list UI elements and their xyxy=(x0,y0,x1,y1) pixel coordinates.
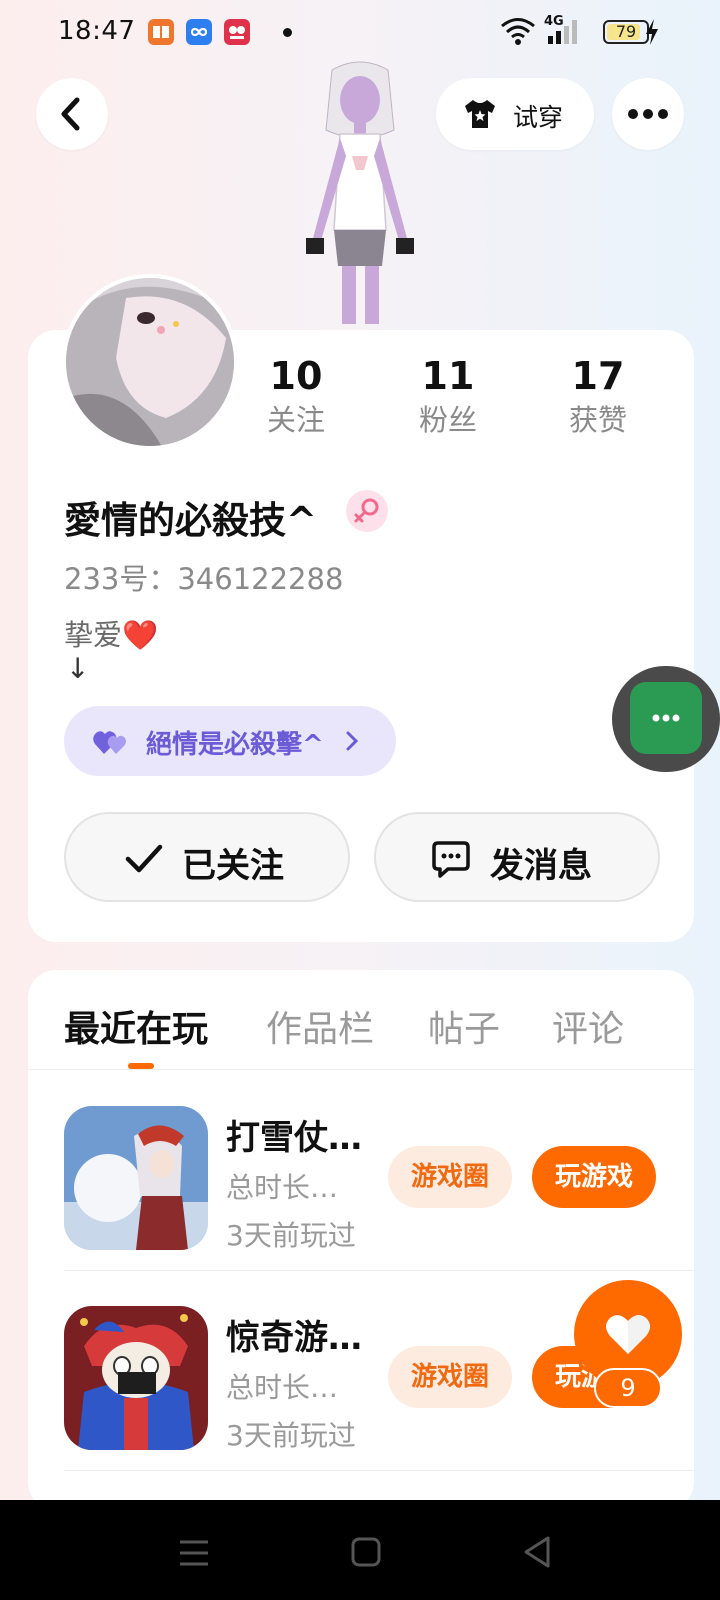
infinity-app-icon xyxy=(186,19,212,45)
game-icon[interactable] xyxy=(64,1306,208,1450)
likes-count: 17 xyxy=(571,354,625,398)
nickname: 愛情的必殺技^ xyxy=(64,499,318,542)
stat-likes: 17 获赞 xyxy=(538,354,658,442)
double-heart-icon xyxy=(93,731,126,754)
send-message-label: 发消息 xyxy=(490,846,592,886)
battery-level: 79 xyxy=(615,22,637,41)
following-label: 关注 xyxy=(266,403,325,437)
book-app-icon xyxy=(148,19,174,45)
stat-followers[interactable]: 11 粉丝 xyxy=(388,354,508,442)
cp-relationship-tag[interactable]: 絕情是必殺擊^ xyxy=(64,706,396,776)
game-title: 惊奇游… xyxy=(226,1318,362,1358)
back-button[interactable] xyxy=(36,78,108,150)
followers-count: 11 xyxy=(421,354,475,398)
game-row[interactable]: 打雪仗… 总时长… 3天前玩过 游戏圈 玩游戏 xyxy=(28,1070,694,1270)
dressup-character xyxy=(270,60,450,330)
chevron-left-icon xyxy=(61,97,80,131)
game-circle-button[interactable]: 游戏圈 xyxy=(388,1346,512,1408)
back-triangle-icon xyxy=(524,1536,550,1568)
chat-bubble-icon xyxy=(432,841,470,878)
status-time: 18:47 xyxy=(58,16,136,46)
like-count-badge: 9 xyxy=(594,1368,662,1408)
charging-icon xyxy=(644,18,660,50)
tab-comments[interactable]: 评论 xyxy=(552,1000,624,1052)
chat-dots-icon xyxy=(630,682,702,754)
network-type: 4G xyxy=(544,14,564,29)
game-last-played: 3天前玩过 xyxy=(226,1419,356,1452)
game-duration: 总时长… xyxy=(226,1171,339,1204)
chevron-right-icon xyxy=(346,731,359,751)
tab-posts[interactable]: 帖子 xyxy=(428,1000,500,1052)
game-title: 打雪仗… xyxy=(226,1118,362,1158)
game-circle-button[interactable]: 游戏圈 xyxy=(388,1146,512,1208)
check-icon xyxy=(125,844,163,873)
game-last-played: 3天前玩过 xyxy=(226,1219,356,1252)
menu-icon xyxy=(180,1540,208,1566)
followed-button[interactable]: 已关注 xyxy=(64,812,350,902)
stat-following[interactable]: 10 关注 xyxy=(236,354,356,442)
send-message-button[interactable]: 发消息 xyxy=(374,812,660,902)
account-id: 233号：346122288 xyxy=(64,562,344,596)
signal-icon: 4G xyxy=(544,14,584,46)
more-button[interactable] xyxy=(612,78,684,150)
tshirt-icon xyxy=(465,100,495,128)
home-nav-button[interactable] xyxy=(336,1500,396,1600)
back-nav-button[interactable] xyxy=(508,1500,568,1600)
wifi-icon xyxy=(500,16,536,50)
followed-label: 已关注 xyxy=(182,846,284,886)
female-gender-icon xyxy=(346,490,388,532)
following-count: 10 xyxy=(269,354,323,398)
likes-label: 获赞 xyxy=(568,403,627,437)
more-dots-icon xyxy=(628,109,668,119)
game-duration: 总时长… xyxy=(226,1371,339,1404)
tab-works[interactable]: 作品栏 xyxy=(266,1000,374,1052)
cp-tag-label: 絕情是必殺擊^ xyxy=(146,730,324,760)
game-icon[interactable] xyxy=(64,1106,208,1250)
battery-icon: 79 xyxy=(603,20,649,44)
play-game-button[interactable]: 玩游戏 xyxy=(532,1146,656,1208)
try-on-label: 试穿 xyxy=(513,103,564,132)
menu-nav-button[interactable] xyxy=(164,1500,224,1600)
status-bar: 18:47 4G 79 xyxy=(0,0,720,64)
tab-recently-played[interactable]: 最近在玩 xyxy=(64,1000,208,1052)
notification-dot xyxy=(283,28,292,37)
bio-arrow: ↓ xyxy=(66,652,90,685)
system-nav-bar xyxy=(0,1500,720,1600)
avatar[interactable] xyxy=(62,274,238,450)
floating-chat-button[interactable] xyxy=(612,666,720,772)
try-on-button[interactable]: 试穿 xyxy=(436,78,594,150)
233-app-icon xyxy=(224,19,250,45)
followers-label: 粉丝 xyxy=(418,403,477,437)
home-square-icon xyxy=(351,1537,381,1567)
bio-text: 挚爱❤️ xyxy=(64,618,159,652)
row-divider xyxy=(64,1470,694,1471)
